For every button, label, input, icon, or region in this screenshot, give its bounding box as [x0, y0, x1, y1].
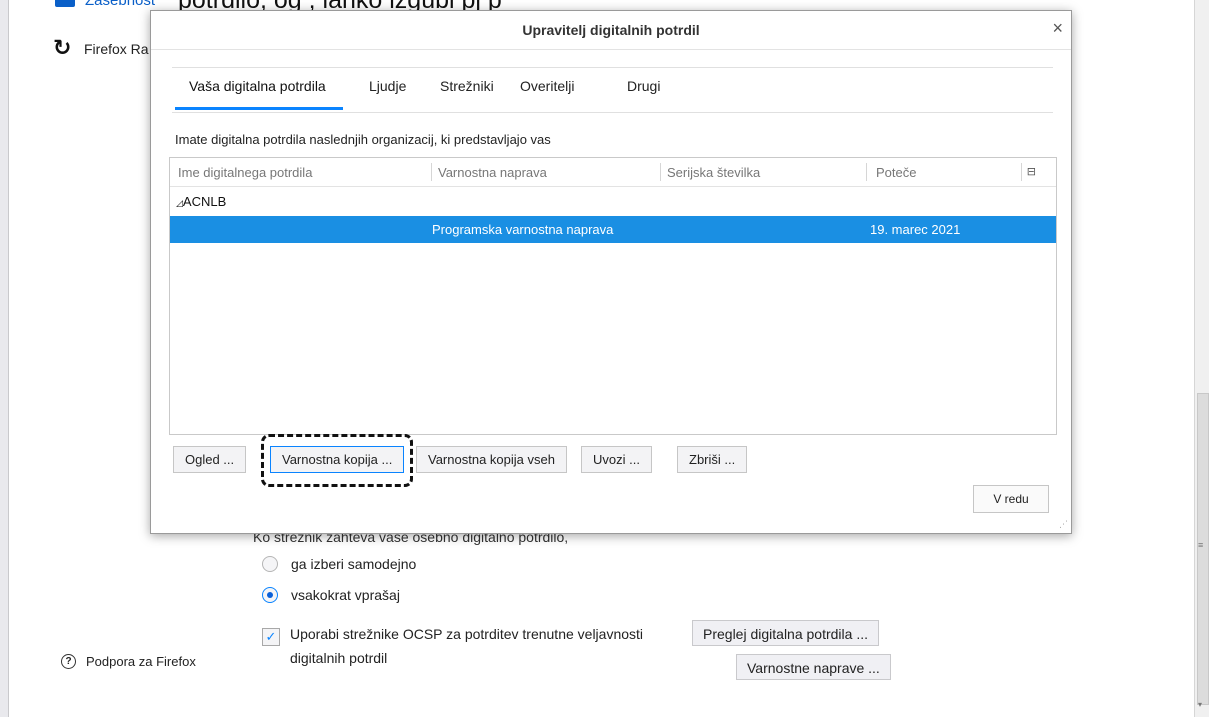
- tab-people[interactable]: Ljudje: [369, 78, 406, 94]
- certificate-table[interactable]: Ime digitalnega potrdila Varnostna napra…: [169, 157, 1057, 435]
- backup-button[interactable]: Varnostna kopija ...: [270, 446, 405, 473]
- expand-triangle-icon[interactable]: ◿: [176, 198, 183, 208]
- radio-auto-label: ga izberi samodejno: [291, 556, 417, 572]
- privacy-nav-icon: [55, 0, 75, 7]
- certificates-intro-text: Imate digitalna potrdila naslednjih orga…: [175, 132, 551, 147]
- close-icon[interactable]: ×: [1052, 19, 1063, 37]
- sync-nav-label[interactable]: Firefox Ra: [84, 41, 149, 57]
- row-expires: 19. marec 2021: [870, 222, 961, 237]
- radio-select-automatically[interactable]: ga izberi samodejno: [262, 556, 416, 572]
- ocsp-checkbox-row[interactable]: ✓ Uporabi strežnike OCSP za potrditev tr…: [262, 622, 643, 670]
- backup-all-button[interactable]: Varnostna kopija vseh: [416, 446, 567, 473]
- column-header-serial[interactable]: Serijska številka: [667, 165, 760, 180]
- certificate-manager-dialog: Upravitelj digitalnih potrdil × Vaša dig…: [150, 10, 1072, 534]
- table-row-selected[interactable]: Programska varnostna naprava 19. marec 2…: [170, 216, 1056, 243]
- import-button[interactable]: Uvozi ...: [581, 446, 652, 473]
- radio-ask-label: vsakokrat vprašaj: [291, 587, 400, 603]
- tab-your-certificates[interactable]: Vaša digitalna potrdila: [189, 78, 326, 94]
- column-header-device[interactable]: Varnostna naprava: [438, 165, 547, 180]
- ocsp-checkbox[interactable]: ✓: [262, 628, 280, 646]
- radio-ask-every-time[interactable]: vsakokrat vprašaj: [262, 587, 400, 603]
- scrollbar-grip-icon: ≡: [1198, 540, 1204, 550]
- delete-button[interactable]: Zbriši ...: [677, 446, 748, 473]
- ok-button[interactable]: V redu: [973, 485, 1049, 513]
- privacy-nav-label[interactable]: Zasebnost: [85, 0, 155, 9]
- column-picker-icon[interactable]: ⊟: [1027, 165, 1036, 178]
- view-certificates-button[interactable]: Preglej digitalna potrdila ...: [692, 620, 879, 646]
- resize-grip-icon[interactable]: ⋰: [1059, 519, 1068, 530]
- radio-ask-control[interactable]: [262, 587, 278, 603]
- tab-others[interactable]: Drugi: [627, 78, 660, 94]
- help-icon: ?: [61, 654, 76, 669]
- scroll-down-arrow-icon[interactable]: ▾: [1198, 700, 1202, 709]
- view-button[interactable]: Ogled ...: [173, 446, 247, 473]
- column-header-name[interactable]: Ime digitalnega potrdila: [178, 165, 312, 180]
- security-devices-button[interactable]: Varnostne naprave ...: [736, 654, 891, 680]
- radio-auto-control[interactable]: [262, 556, 278, 572]
- support-label: Podpora za Firefox: [86, 654, 196, 669]
- row-security-device: Programska varnostna naprava: [432, 222, 614, 237]
- tab-servers[interactable]: Strežniki: [440, 78, 494, 94]
- table-header: Ime digitalnega potrdila Varnostna napra…: [170, 158, 1056, 187]
- active-tab-indicator: [175, 107, 343, 110]
- page-scrollbar[interactable]: ≡ ▾: [1194, 0, 1209, 717]
- tab-authorities[interactable]: Overitelji: [520, 78, 574, 94]
- dialog-title: Upravitelj digitalnih potrdil: [151, 11, 1071, 50]
- sync-icon: ↻: [53, 35, 72, 60]
- table-group-row[interactable]: ◿ACNLB: [176, 194, 226, 209]
- support-link[interactable]: ? Podpora za Firefox: [61, 654, 196, 669]
- ocsp-label-line2: digitalnih potrdil: [290, 650, 388, 666]
- ocsp-label-line1: Uporabi strežnike OCSP za potrditev tren…: [290, 626, 644, 642]
- column-header-expires[interactable]: Poteče: [876, 165, 916, 180]
- window-left-edge: [0, 0, 9, 717]
